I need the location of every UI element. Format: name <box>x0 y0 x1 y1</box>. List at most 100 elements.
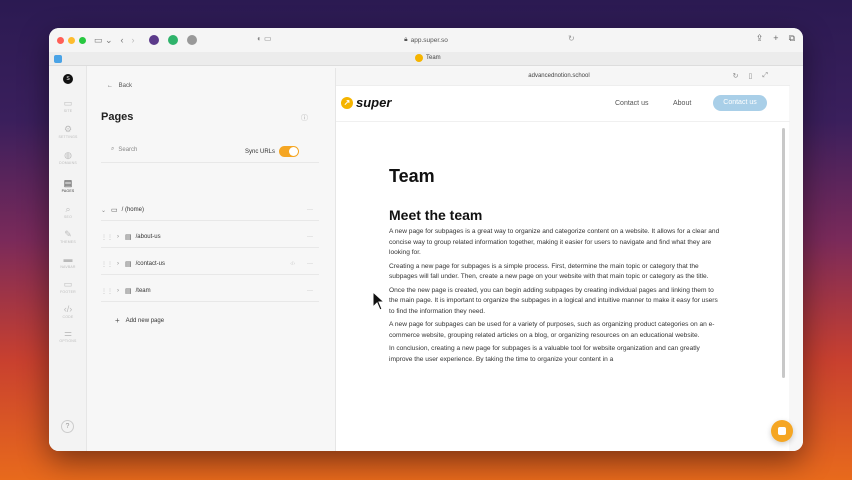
tab-label: Team <box>426 55 441 61</box>
browser-titlebar: ▭ ⌄ ‹ › ◐ ▭ 🔒︎ app.super.so ↻ ⇪ + ⧉ <box>49 28 803 52</box>
super-logo-icon[interactable]: S <box>63 74 73 84</box>
panel-title: Pages <box>101 111 134 123</box>
nav-item-footer[interactable]: ▭ FOOTER <box>49 279 87 294</box>
reload-icon[interactable]: ↻ <box>568 34 575 43</box>
nav-item-site[interactable]: ▭ SITE <box>49 98 87 113</box>
brush-icon: ✎ <box>64 229 72 239</box>
browser-window: ▭ ⌄ ‹ › ◐ ▭ 🔒︎ app.super.so ↻ ⇪ + ⧉ Team… <box>49 28 803 451</box>
nav-item-themes[interactable]: ✎ THEMES <box>49 229 87 244</box>
add-new-page-button[interactable]: + Add new page <box>115 316 164 325</box>
page-row-home[interactable]: ⌄ ▭ / (home) ··· <box>101 200 319 220</box>
chevron-down-icon[interactable]: ⌄ <box>101 207 109 214</box>
maximize-window-button[interactable] <box>79 36 86 44</box>
nav-item-domains[interactable]: ◍ DOMAINS <box>49 150 87 165</box>
more-options-icon[interactable]: ··· <box>307 288 313 294</box>
sliders-icon: ⚌ <box>63 328 73 338</box>
window-controls <box>57 36 86 44</box>
minimize-window-button[interactable] <box>68 36 75 44</box>
paragraph: Once the new page is created, you can be… <box>389 286 718 315</box>
pinned-tab-icon[interactable] <box>54 54 62 63</box>
footer-icon: ▭ <box>63 279 73 289</box>
search-input[interactable]: ⌕ Search <box>111 146 137 153</box>
paragraph: Creating a new page for subpages is a si… <box>389 262 709 281</box>
chevron-right-icon[interactable]: › <box>117 261 125 267</box>
chevron-right-icon[interactable]: › <box>117 288 125 294</box>
search-icon: ⌕ <box>111 146 115 152</box>
monitor-icon: ▭ <box>63 98 73 108</box>
plus-icon: + <box>115 316 120 325</box>
sync-urls-toggle[interactable] <box>279 146 300 157</box>
divider <box>101 162 319 163</box>
divider <box>101 247 319 248</box>
code-icon: ‹/› <box>63 304 73 314</box>
folder-icon: ▭ <box>111 207 118 214</box>
preview-domain[interactable]: advancednotion.school <box>336 73 782 79</box>
browser-actions: ⇪ + ⧉ <box>756 33 795 44</box>
share-icon[interactable]: ⇪ <box>756 33 764 44</box>
document-icon: ▤ <box>125 234 132 241</box>
super-favicon-icon <box>415 54 423 62</box>
paragraph: A new page for subpages can be used for … <box>389 321 715 339</box>
nav-link-about[interactable]: About <box>673 100 691 107</box>
tab-overview-icon[interactable]: ⧉ <box>789 33 795 44</box>
chevron-right-icon[interactable]: › <box>117 234 125 240</box>
more-options-icon[interactable]: ··· <box>307 234 313 240</box>
nav-item-settings[interactable]: ⚙ SETTINGS <box>49 124 87 139</box>
drag-handle-icon[interactable]: ⋮⋮ <box>101 261 113 268</box>
divider <box>101 274 319 275</box>
page-row-about-us[interactable]: ⋮⋮ › ▤ /about-us ··· <box>101 227 319 247</box>
paragraph: A new page for subpages is a great way t… <box>389 228 720 256</box>
mobile-view-icon[interactable]: ▯ <box>749 72 753 80</box>
info-icon[interactable]: ⓘ <box>301 113 308 123</box>
site-logo[interactable]: ↗ super <box>341 95 391 110</box>
expand-icon[interactable]: ⤢ <box>762 72 768 80</box>
nav-item-pages[interactable]: ▤ PAGES <box>49 178 87 193</box>
page-row-team[interactable]: ⋮⋮ › ▤ /team ··· <box>101 281 319 301</box>
new-tab-icon[interactable]: + <box>773 33 778 44</box>
refresh-icon[interactable]: ↻ <box>733 72 739 80</box>
nav-item-options[interactable]: ⚌ OPTIONS <box>49 328 87 343</box>
magnifier-icon: ⌕ <box>65 204 71 214</box>
address-bar-url: app.super.so <box>410 36 448 44</box>
forward-arrow-icon[interactable]: › <box>132 35 135 45</box>
document-icon: ▤ <box>125 261 132 268</box>
nav-item-code[interactable]: ‹/› CODE <box>49 304 87 319</box>
extension-icon[interactable] <box>148 35 159 45</box>
nav-item-seo[interactable]: ⌕ SEO <box>49 204 87 219</box>
sync-urls-control: Sync URLs <box>245 146 300 157</box>
chat-widget-button[interactable] <box>771 420 793 442</box>
page-path: /contact-us <box>135 261 165 267</box>
tab-bar: Team <box>49 52 803 66</box>
page-path: / (home) <box>121 207 144 213</box>
preview-scrollbar[interactable] <box>782 128 785 378</box>
more-options-icon[interactable]: ··· <box>307 261 313 267</box>
search-placeholder: Search <box>118 146 138 153</box>
nav-link-contact-us[interactable]: Contact us <box>615 100 648 107</box>
more-options-icon[interactable]: ··· <box>307 207 313 213</box>
close-window-button[interactable] <box>57 36 64 44</box>
preview-controls: ↻ ▯ ⤢ <box>733 72 768 80</box>
extension-icon[interactable] <box>186 35 197 45</box>
address-bar[interactable]: 🔒︎ app.super.so <box>259 33 593 47</box>
back-button[interactable]: ← Back <box>107 83 132 89</box>
document-icon: ▤ <box>63 178 73 188</box>
lock-icon: 🔒︎ <box>404 36 408 43</box>
drag-handle-icon[interactable]: ⋮⋮ <box>101 234 113 241</box>
page-row-contact-us[interactable]: ⋮⋮ › ▤ /contact-us ‹/› ··· <box>101 254 319 274</box>
sync-urls-label: Sync URLs <box>245 148 276 155</box>
gear-icon: ⚙ <box>63 124 73 134</box>
code-icon[interactable]: ‹/› <box>290 261 295 267</box>
help-icon[interactable]: ? <box>61 420 74 433</box>
page-path: /about-us <box>135 234 161 240</box>
tab-team[interactable]: Team <box>415 54 441 62</box>
section-title: Meet the team <box>389 207 483 223</box>
nav-item-navbar[interactable]: ▬ NAVBAR <box>49 254 87 269</box>
extension-icon[interactable] <box>167 35 178 45</box>
divider <box>101 220 319 221</box>
back-arrow-icon[interactable]: ‹ <box>121 35 124 45</box>
mouse-cursor-icon <box>372 291 386 311</box>
page-path: /team <box>135 288 151 294</box>
drag-handle-icon[interactable]: ⋮⋮ <box>101 288 113 295</box>
contact-us-button[interactable]: Contact us <box>713 95 767 111</box>
sidebar-toggle-icon[interactable]: ▭ ⌄ <box>94 35 113 45</box>
